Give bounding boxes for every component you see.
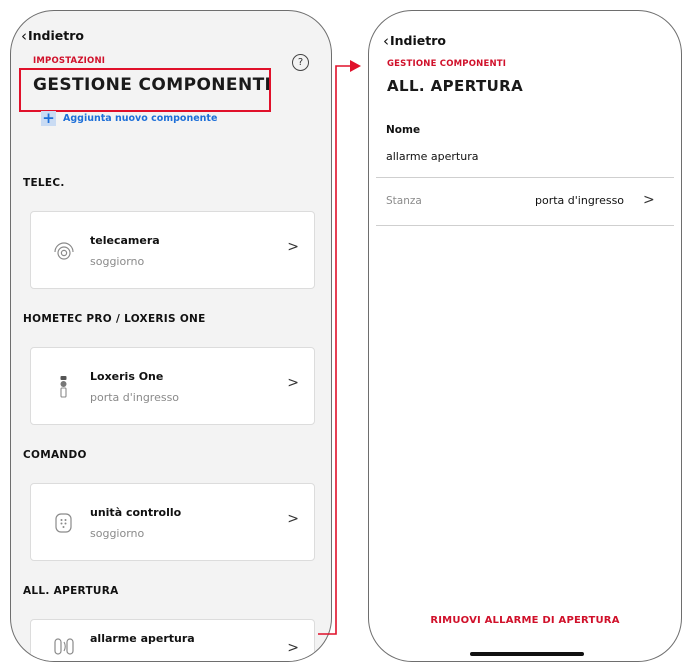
section-title-telec: TELEC. [23, 177, 65, 189]
left-phone-screen: ‹ Indietro IMPOSTAZIONI GESTIONE COMPONE… [10, 10, 332, 662]
component-card-telecamera[interactable]: telecamera soggiorno > [30, 211, 315, 289]
chevron-right-icon: > [287, 640, 299, 656]
section-title-hometec: HOMETEC PRO / LOXERIS ONE [23, 313, 206, 325]
remove-alarm-button[interactable]: RIMUOVI ALLARME DI APERTURA [369, 615, 681, 626]
add-component-label: Aggiunta nuovo componente [63, 113, 218, 124]
title-highlight-box [19, 68, 271, 112]
eyebrow-label: IMPOSTAZIONI [33, 56, 106, 66]
section-title-comando: COMANDO [23, 449, 87, 461]
room-label: Stanza [386, 195, 422, 207]
divider [376, 177, 674, 178]
page-title: ALL. APERTURA [387, 77, 524, 95]
component-card-loxeris-one[interactable]: Loxeris One porta d'ingresso > [30, 347, 315, 425]
plus-icon: + [41, 109, 56, 127]
component-card-allarme-apertura[interactable]: allarme apertura > [30, 619, 315, 661]
connector-arrowhead [350, 60, 361, 72]
name-field-label: Nome [386, 124, 421, 136]
chevron-right-icon: > [643, 192, 655, 208]
chevron-left-icon: ‹ [383, 31, 389, 50]
home-indicator [470, 652, 584, 656]
section-title-all-apertura: ALL. APERTURA [23, 585, 119, 597]
divider [376, 225, 674, 226]
component-room: soggiorno [90, 255, 145, 268]
component-card-unita-controllo[interactable]: unità controllo soggiorno > [30, 483, 315, 561]
back-label: Indietro [390, 33, 446, 48]
opening-sensor-icon [54, 638, 74, 655]
component-name: Loxeris One [90, 370, 164, 383]
keypad-icon [55, 513, 72, 533]
eyebrow-label: GESTIONE COMPONENTI [387, 59, 507, 69]
component-name: unità controllo [90, 506, 182, 519]
chevron-right-icon: > [287, 239, 299, 255]
component-name: allarme apertura [90, 632, 195, 645]
component-room: porta d'ingresso [90, 391, 180, 404]
back-button[interactable]: ‹ Indietro [383, 33, 446, 48]
back-button[interactable]: ‹ Indietro [21, 28, 84, 43]
room-value: porta d'ingresso [535, 194, 625, 207]
camera-icon [54, 242, 74, 260]
chevron-left-icon: ‹ [21, 26, 27, 45]
chevron-right-icon: > [287, 511, 299, 527]
back-label: Indietro [28, 28, 84, 43]
component-name: telecamera [90, 234, 160, 247]
add-component-button[interactable]: + Aggiunta nuovo componente [41, 111, 217, 126]
name-field[interactable]: allarme apertura [386, 150, 478, 163]
help-icon[interactable]: ? [292, 54, 309, 71]
chevron-right-icon: > [287, 375, 299, 391]
right-phone-screen: ‹ Indietro GESTIONE COMPONENTI ALL. APER… [368, 10, 682, 662]
component-room: soggiorno [90, 527, 145, 540]
door-lock-icon [60, 376, 67, 398]
